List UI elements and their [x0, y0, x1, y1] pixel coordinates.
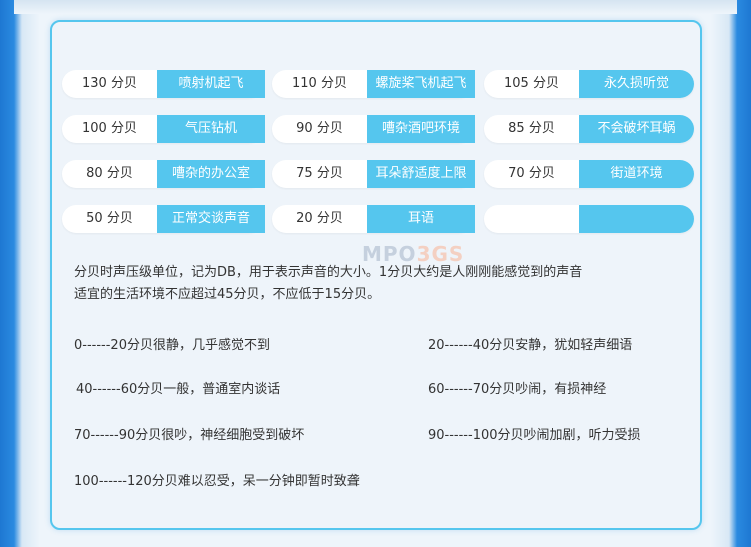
scale-item: 20------40分贝安静，犹如轻声细语: [428, 338, 633, 353]
scale-item: 70------90分贝很吵，神经细胞受到破坏: [74, 428, 305, 443]
grid-row-3: 80 分贝 嘈杂的办公室 75 分贝 耳朵舒适度上限 70 分贝 街道环境: [62, 160, 694, 192]
decibel-value: 90 分贝: [296, 121, 343, 136]
decibel-label: 螺旋桨飞机起飞: [367, 70, 475, 98]
scale-item: 0------20分贝很静，几乎感觉不到: [74, 338, 270, 353]
grid-row-4: 50 分贝 正常交谈声音 20 分贝 耳语: [62, 205, 694, 237]
decibel-value: 70 分贝: [508, 166, 555, 181]
decibel-label: 嘈杂的办公室: [157, 160, 265, 188]
decibel-value: 80 分贝: [86, 166, 133, 181]
decibel-label: 永久损听觉: [579, 70, 694, 98]
decibel-value: 75 分贝: [296, 166, 343, 181]
decibel-label: 耳语: [367, 205, 475, 233]
grid-row-1: 130 分贝 喷射机起飞 110 分贝 螺旋桨飞机起飞 105 分贝 永久损听觉: [62, 70, 694, 102]
grid-row-2: 100 分贝 气压钻机 90 分贝 嘈杂酒吧环境 85 分贝 不会破坏耳蜗: [62, 115, 694, 147]
decibel-label: 喷射机起飞: [157, 70, 265, 98]
scale-item: 60------70分贝吵闹，有损神经: [428, 382, 607, 397]
decibel-label: [579, 205, 694, 233]
info-panel: 130 分贝 喷射机起飞 110 分贝 螺旋桨飞机起飞 105 分贝 永久损听觉…: [50, 20, 702, 530]
decibel-value: [484, 205, 579, 233]
decibel-label: 街道环境: [579, 160, 694, 188]
decibel-label: 嘈杂酒吧环境: [367, 115, 475, 143]
decibel-value: 20 分贝: [296, 211, 343, 226]
scale-item: 100------120分贝难以忍受，呆一分钟即暂时致聋: [74, 474, 360, 489]
decibel-value: 105 分贝: [504, 76, 559, 91]
decibel-value: 50 分贝: [86, 211, 133, 226]
decibel-label: 耳朵舒适度上限: [367, 160, 475, 188]
decibel-value: 100 分贝: [82, 121, 137, 136]
decibel-label: 气压钻机: [157, 115, 265, 143]
decibel-value: 110 分贝: [292, 76, 347, 91]
description-line-2: 适宜的生活环境不应超过45分贝，不应低于15分贝。: [74, 287, 381, 302]
decibel-label: 不会破坏耳蜗: [579, 115, 694, 143]
description-line-1: 分贝时声压级单位，记为DB，用于表示声音的大小。1分贝大约是人刚刚能感觉到的声音: [74, 265, 583, 280]
scale-item: 40------60分贝一般，普通室内谈话: [76, 382, 281, 397]
decibel-value: 130 分贝: [82, 76, 137, 91]
top-band: [14, 0, 737, 14]
decibel-label: 正常交谈声音: [157, 205, 265, 233]
decibel-value: 85 分贝: [508, 121, 555, 136]
description: 分贝时声压级单位，记为DB，用于表示声音的大小。1分贝大约是人刚刚能感觉到的声音…: [74, 262, 582, 306]
decibel-grid: 130 分贝 喷射机起飞 110 分贝 螺旋桨飞机起飞 105 分贝 永久损听觉…: [62, 70, 694, 250]
scale-item: 90------100分贝吵闹加剧，听力受损: [428, 428, 641, 443]
